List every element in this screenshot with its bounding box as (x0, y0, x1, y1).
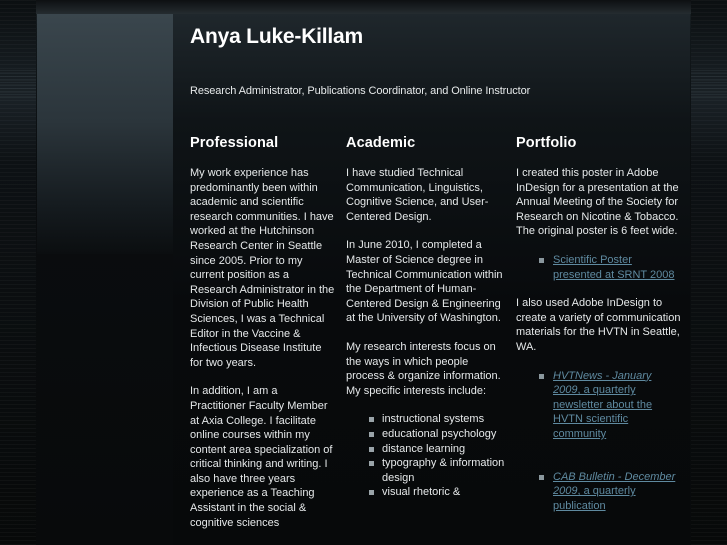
hvtnews-link[interactable]: HVTNews - January 2009, a quarterly news… (553, 370, 652, 440)
list-item: CAB Bulletin - December 2009, a quarterl… (539, 470, 681, 514)
professional-heading: Professional (190, 135, 279, 151)
square-bullet-icon (369, 417, 374, 423)
list-item: distance learning (369, 442, 506, 457)
academic-paragraph: My research interests focus on the ways … (346, 340, 501, 397)
poster-links: Scientific Poster presented at SRNT 2008 (516, 253, 681, 282)
list-item: Scientific Poster presented at SRNT 2008 (539, 253, 681, 282)
academic-paragraph: In June 2010, I completed a Master of Sc… (346, 239, 503, 325)
list-item-label: typography & information design (382, 457, 505, 484)
publication-links: HVTNews - January 2009, a quarterly news… (516, 369, 681, 514)
academic-column: Academic I have studied Technical Commun… (346, 135, 506, 500)
interests-list: instructional systems educational psycho… (346, 412, 506, 500)
list-item: HVTNews - January 2009, a quarterly news… (539, 369, 681, 442)
portfolio-column: Portfolio I created this poster in Adobe… (516, 135, 681, 527)
list-item-label: educational psychology (382, 427, 497, 440)
site-title: Anya Luke-Killam (190, 25, 364, 48)
square-bullet-icon (539, 257, 544, 263)
square-bullet-icon (369, 490, 374, 496)
list-item: educational psychology (369, 427, 506, 442)
page: Anya Luke-Killam Research Administrator,… (0, 0, 727, 545)
portfolio-intro: I created this poster in Adobe InDesign … (516, 167, 679, 238)
portfolio-heading: Portfolio (516, 135, 577, 151)
scientific-poster-link[interactable]: Scientific Poster presented at SRNT 2008 (553, 254, 674, 281)
academic-heading: Academic (346, 135, 416, 151)
cab-bulletin-link[interactable]: CAB Bulletin - December 2009, a quarterl… (553, 471, 675, 512)
professional-paragraph: In addition, I am a Practitioner Faculty… (190, 385, 333, 529)
square-bullet-icon (369, 461, 374, 467)
square-bullet-icon (539, 373, 544, 379)
square-bullet-icon (539, 474, 544, 480)
portfolio-middle: I also used Adobe InDesign to create a v… (516, 297, 681, 353)
list-item-label: distance learning (382, 442, 466, 455)
list-item-label: visual rhetoric & (382, 486, 461, 499)
professional-column: Professional My work experience has pred… (190, 135, 335, 544)
list-item: visual rhetoric & (369, 485, 506, 500)
square-bullet-icon (369, 431, 374, 437)
academic-paragraph: I have studied Technical Communication, … (346, 167, 489, 223)
square-bullet-icon (369, 446, 374, 452)
sidebar-panel (37, 14, 173, 254)
list-item: typography & information design (369, 456, 506, 485)
list-item-label: instructional systems (382, 413, 485, 426)
professional-paragraph: My work experience has predominantly bee… (190, 167, 335, 369)
list-item: instructional systems (369, 412, 506, 427)
frame-top-border (36, 0, 691, 14)
tagline: Research Administrator, Publications Coo… (190, 85, 531, 97)
